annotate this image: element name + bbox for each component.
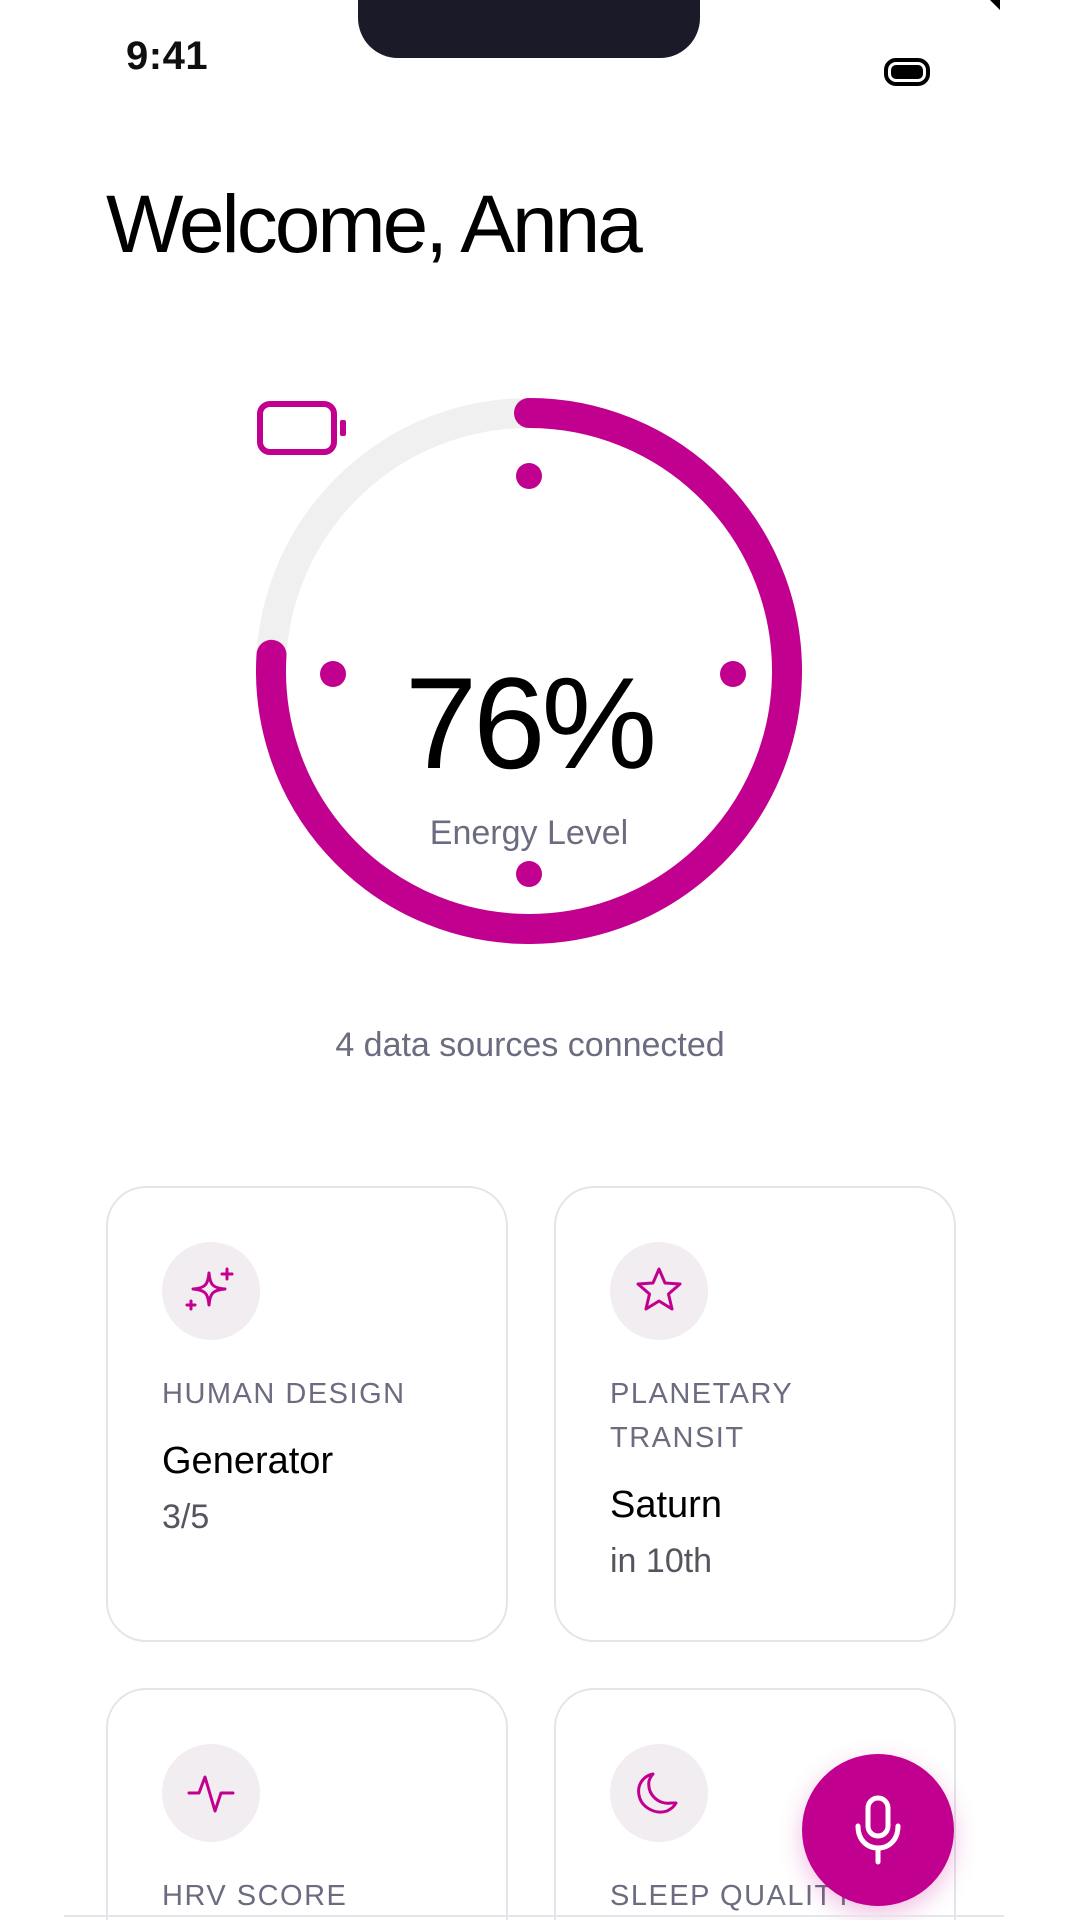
status-time: 9:41 — [126, 34, 209, 78]
corner-mark — [990, 0, 1000, 10]
energy-label: Energy Level — [429, 814, 629, 852]
microphone-icon — [855, 1795, 901, 1865]
page-title: Welcome, Anna — [106, 179, 643, 270]
energy-value: 76% — [404, 650, 657, 796]
battery-icon — [884, 58, 930, 86]
card-subvalue: in 10th — [610, 1542, 713, 1580]
voice-input-button[interactable] — [802, 1754, 954, 1906]
card-label: HUMAN DESIGN — [162, 1378, 406, 1410]
data-sources-status: 4 data sources connected — [335, 1026, 725, 1064]
battery-outline-icon — [257, 401, 346, 455]
card-value: Saturn — [610, 1484, 722, 1526]
moon-icon — [610, 1744, 708, 1842]
card-value: Generator — [162, 1440, 334, 1482]
energy-gauge: 76% Energy Level — [256, 398, 802, 944]
ring-dot-top — [516, 463, 542, 489]
card-hrv-score[interactable]: HRV SCORE — [106, 1688, 508, 1920]
pulse-icon — [162, 1744, 260, 1842]
card-label: HRV SCORE — [162, 1880, 348, 1912]
ring-dot-bottom — [516, 861, 542, 887]
device-notch — [358, 0, 700, 58]
card-label: PLANETARY TRANSIT — [610, 1378, 794, 1454]
card-subvalue: 3/5 — [162, 1498, 210, 1536]
bottom-divider — [64, 1915, 1004, 1917]
card-planetary-transit[interactable]: PLANETARY TRANSIT Saturn in 10th — [554, 1186, 956, 1642]
card-human-design[interactable]: HUMAN DESIGN Generator 3/5 — [106, 1186, 508, 1642]
star-icon — [610, 1242, 708, 1340]
sparkles-icon — [162, 1242, 260, 1340]
